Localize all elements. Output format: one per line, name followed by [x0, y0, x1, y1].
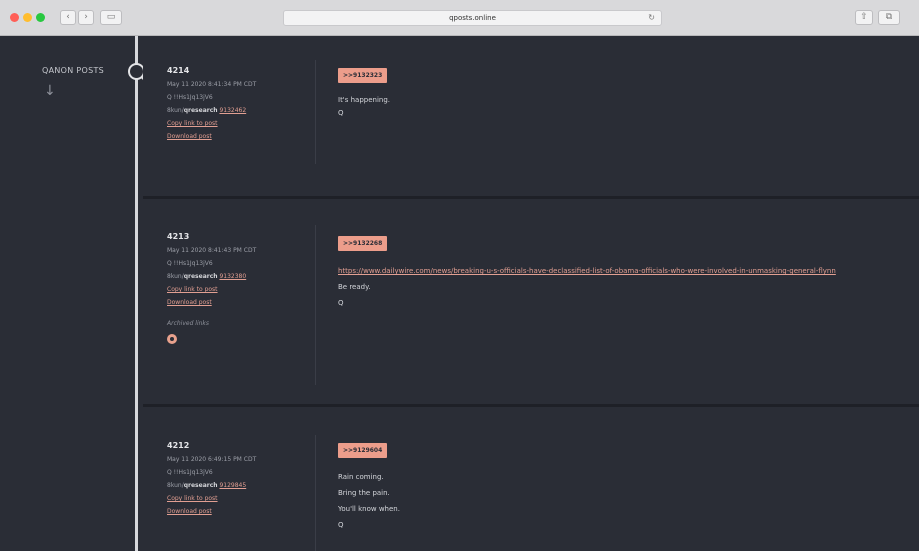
- post-card: 4213 May 11 2020 8:41:43 PM CDT Q !!Hs1J…: [143, 199, 919, 404]
- back-icon[interactable]: ‹: [60, 10, 76, 25]
- site-title[interactable]: QANON POSTS: [42, 66, 104, 75]
- reply-tag[interactable]: >>9132268: [338, 236, 388, 251]
- reply-tag[interactable]: >>9132323: [338, 68, 388, 83]
- post-board: 8kun/qresearch 9132462: [167, 107, 247, 114]
- post-date: May 11 2020 8:41:43 PM CDT: [167, 247, 257, 254]
- share-icon[interactable]: ⇧: [855, 10, 873, 25]
- post-text-line: It's happening.: [338, 96, 391, 104]
- copy-link-button[interactable]: Copy link to post: [167, 120, 256, 127]
- post-meta: 4212 May 11 2020 6:49:15 PM CDT Q !!Hs1J…: [167, 441, 256, 515]
- page-body: QANON POSTS ↓ 4214 May 11 2020 8:41:34 P…: [0, 36, 919, 551]
- url-text: qposts.online: [449, 14, 496, 22]
- post-content: >>9129604 Rain coming. Bring the pain. Y…: [338, 437, 898, 530]
- post-board: 8kun/qresearch 9132380: [167, 273, 247, 280]
- reload-icon[interactable]: ↻: [648, 11, 655, 25]
- sidebar: QANON POSTS ↓: [0, 36, 136, 551]
- board-ref-link[interactable]: 9129845: [219, 482, 246, 489]
- reply-tag[interactable]: >>9129604: [338, 443, 388, 458]
- maximize-window-button[interactable]: [36, 13, 45, 22]
- browser-toolbar: ‹ › ▭ qposts.online ↻ ⇧ ⧉: [0, 0, 919, 36]
- sidebar-toggle-icon[interactable]: ▭: [100, 10, 122, 25]
- post-author: Q !!Hs1Jq13jV6: [167, 94, 213, 101]
- post-content: >>9132268 https://www.dailywire.com/news…: [338, 230, 898, 308]
- copy-link-button[interactable]: Copy link to post: [167, 286, 256, 293]
- post-content: >>9132323 It's happening. Q: [338, 62, 898, 118]
- post-divider: [315, 225, 316, 385]
- post-meta: 4214 May 11 2020 8:41:34 PM CDT Q !!Hs1J…: [167, 66, 256, 140]
- address-bar[interactable]: qposts.online ↻: [283, 10, 662, 26]
- download-post-button[interactable]: Download post: [167, 133, 256, 140]
- timeline-line: [135, 36, 138, 551]
- minimize-window-button[interactable]: [23, 13, 32, 22]
- post-external-link[interactable]: https://www.dailywire.com/news/breaking-…: [338, 263, 863, 279]
- post-signature: Q: [338, 521, 344, 529]
- close-window-button[interactable]: [10, 13, 19, 22]
- post-signature: Q: [338, 109, 344, 117]
- post-author: Q !!Hs1Jq13jV6: [167, 469, 213, 476]
- archived-links-label: Archived links: [167, 320, 210, 327]
- post-divider: [315, 435, 316, 551]
- post-text-line: Bring the pain.: [338, 489, 390, 497]
- arrow-down-icon[interactable]: ↓: [44, 84, 56, 98]
- board-ref-link[interactable]: 9132380: [219, 273, 246, 280]
- post-number: 4213: [167, 232, 190, 241]
- post-card: 4212 May 11 2020 6:49:15 PM CDT Q !!Hs1J…: [143, 407, 919, 551]
- forward-icon[interactable]: ›: [78, 10, 94, 25]
- post-text-line: Be ready.: [338, 283, 371, 291]
- post-number: 4214: [167, 66, 190, 75]
- post-board: 8kun/qresearch 9129845: [167, 482, 247, 489]
- post-signature: Q: [338, 299, 344, 307]
- board-ref-link[interactable]: 9132462: [219, 107, 246, 114]
- post-date: May 11 2020 6:49:15 PM CDT: [167, 456, 257, 463]
- tabs-icon[interactable]: ⧉: [878, 10, 900, 25]
- post-text-line: You'll know when.: [338, 505, 400, 513]
- download-post-button[interactable]: Download post: [167, 299, 256, 306]
- post-number: 4212: [167, 441, 190, 450]
- archive-link-icon[interactable]: [167, 334, 177, 344]
- copy-link-button[interactable]: Copy link to post: [167, 495, 256, 502]
- post-divider: [315, 60, 316, 164]
- post-meta: 4213 May 11 2020 8:41:43 PM CDT Q !!Hs1J…: [167, 232, 256, 344]
- post-card: 4214 May 11 2020 8:41:34 PM CDT Q !!Hs1J…: [143, 36, 919, 196]
- download-post-button[interactable]: Download post: [167, 508, 256, 515]
- post-author: Q !!Hs1Jq13jV6: [167, 260, 213, 267]
- post-text-line: Rain coming.: [338, 473, 384, 481]
- post-date: May 11 2020 8:41:34 PM CDT: [167, 81, 257, 88]
